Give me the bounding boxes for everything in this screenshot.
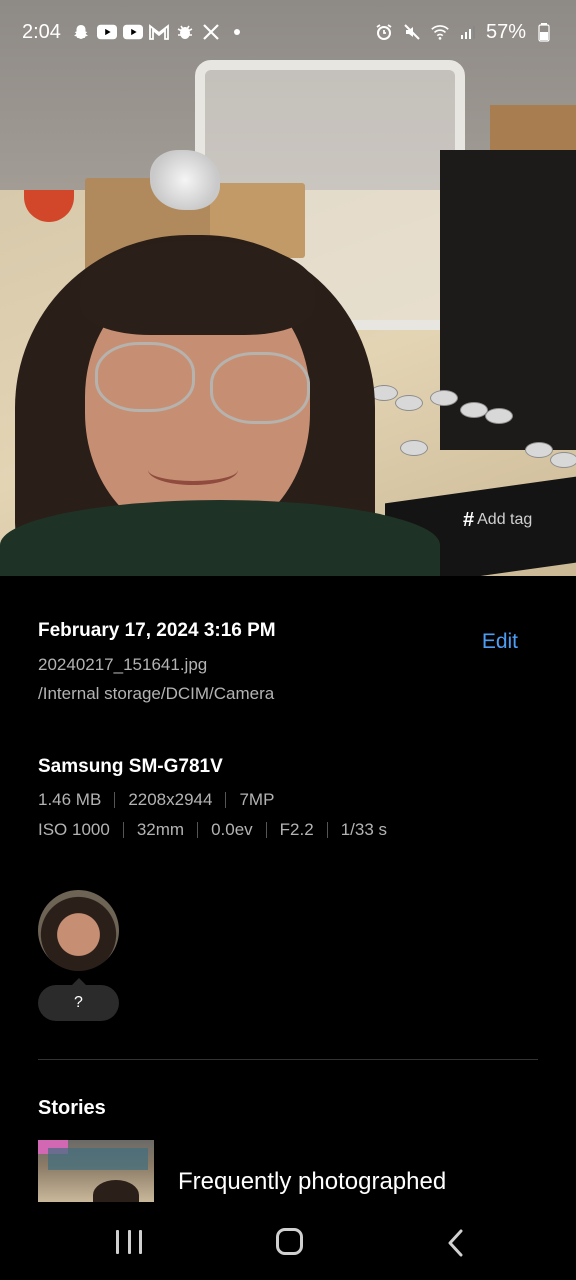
photo-person-glasses-right — [210, 352, 310, 424]
bug-icon — [175, 22, 195, 42]
shutter-speed: 1/33 s — [340, 820, 387, 839]
youtube-icon — [122, 22, 143, 42]
resolution: 2208x2944 — [128, 790, 213, 809]
photo-coin — [525, 442, 553, 458]
stories-title: Stories — [38, 1097, 106, 1119]
photo-coin — [550, 452, 576, 468]
aperture: F2.2 — [279, 820, 314, 839]
status-bar: 2:04 57% — [0, 0, 576, 64]
file-info-row: 1.46 MB 2208x2944 7MP — [38, 790, 274, 810]
photo-person-glasses-left — [95, 342, 195, 412]
photo-person-mouth — [148, 455, 238, 485]
thumb-shelf — [48, 1148, 148, 1170]
signal-icon — [458, 22, 478, 42]
megapixels: 7MP — [239, 790, 275, 809]
separator — [326, 822, 328, 838]
unknown-person-label[interactable]: ? — [38, 978, 119, 1021]
snapchat-icon — [71, 22, 91, 42]
x-icon — [201, 22, 221, 42]
add-tag-label: Add tag — [477, 511, 533, 528]
dot-icon — [227, 22, 247, 42]
details-section: February 17, 2024 3:16 PM Edit 20240217_… — [38, 620, 538, 704]
photo-date: February 17, 2024 3:16 PM — [38, 620, 276, 641]
photo-path: /Internal storage/DCIM/Camera — [38, 684, 275, 703]
person-avatar[interactable] — [38, 890, 119, 971]
photo-shelf — [440, 150, 576, 450]
photo-coin — [400, 440, 428, 456]
photo-bag — [150, 150, 220, 210]
separator — [225, 792, 227, 808]
exposure-value: 0.0ev — [211, 820, 253, 839]
alarm-icon — [374, 22, 394, 42]
photo-person-bangs — [80, 240, 315, 335]
photo-preview[interactable]: # Add tag — [0, 0, 576, 576]
divider — [38, 1059, 538, 1060]
notification-icons — [71, 22, 247, 42]
hashtag-icon: # — [463, 508, 475, 531]
photo-coin — [395, 395, 423, 411]
navigation-bar — [0, 1204, 576, 1280]
photo-coin — [430, 390, 458, 406]
youtube-icon — [96, 22, 117, 42]
mute-icon — [402, 22, 422, 42]
separator — [114, 792, 116, 808]
photo-coin — [485, 408, 513, 424]
story-thumbnail[interactable] — [38, 1140, 154, 1202]
home-icon[interactable] — [276, 1228, 303, 1255]
gmail-icon — [149, 22, 169, 42]
battery-icon — [534, 22, 554, 42]
focal-length: 32mm — [136, 820, 185, 839]
battery-percent: 57% — [485, 20, 526, 43]
separator — [197, 822, 199, 838]
camera-info-row: ISO 1000 32mm 0.0ev F2.2 1/33 s — [38, 820, 387, 840]
separator — [265, 822, 267, 838]
wifi-icon — [430, 22, 450, 42]
story-item-label[interactable]: Frequently photographed — [178, 1168, 446, 1196]
add-tag-button[interactable]: # Add tag — [450, 500, 558, 540]
edit-button[interactable]: Edit — [482, 630, 518, 654]
photo-coin — [460, 402, 488, 418]
photo-filename: 20240217_151641.jpg — [38, 655, 208, 674]
system-status-icons: 57% — [374, 21, 554, 44]
device-name: Samsung SM-G781V — [38, 756, 223, 777]
iso: ISO 1000 — [38, 820, 110, 839]
recent-apps-icon[interactable] — [116, 1230, 142, 1254]
thumb-person — [93, 1180, 139, 1202]
back-icon[interactable] — [444, 1229, 470, 1257]
file-size: 1.46 MB — [38, 790, 102, 809]
status-time: 2:04 — [22, 20, 61, 43]
separator — [122, 822, 124, 838]
